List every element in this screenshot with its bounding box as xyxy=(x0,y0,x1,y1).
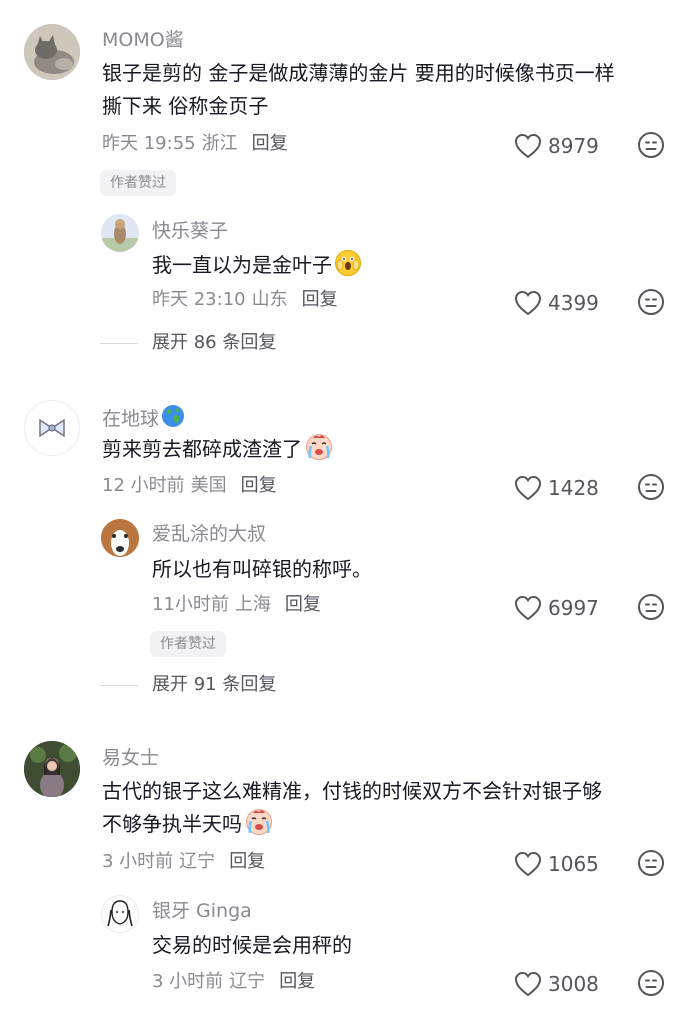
crying-face-icon xyxy=(244,808,274,846)
reply-meta: 昨天 23:10 山东 回复 xyxy=(152,288,338,312)
heart-icon xyxy=(514,290,542,316)
reply-content: 我一直以为是金叶子 xyxy=(152,249,362,287)
expand-replies-label: 展开 91 条回复 xyxy=(152,674,277,695)
avatar[interactable] xyxy=(24,400,80,456)
comment-time: 12 小时前 xyxy=(102,475,185,496)
comment-location: 浙江 xyxy=(201,133,238,154)
reply-button[interactable]: 回复 xyxy=(302,289,338,310)
reply-username[interactable]: 快乐葵子 xyxy=(152,219,228,243)
heart-icon xyxy=(514,851,542,877)
comment-username[interactable]: 在地球 xyxy=(102,404,185,434)
avatar[interactable] xyxy=(101,895,139,933)
reply-content: 所以也有叫碎银的称呼。 xyxy=(152,557,372,581)
like-button[interactable]: 8979 xyxy=(514,133,599,159)
bow-icon xyxy=(39,418,65,438)
reply-location: 辽宁 xyxy=(229,971,266,992)
globe-icon xyxy=(161,404,185,434)
reply-time: 3 小时前 xyxy=(152,971,224,992)
cat-avatar-image xyxy=(24,24,80,80)
comment-username[interactable]: MOMO酱 xyxy=(102,28,184,52)
reply-content: 交易的时候是会用秤的 xyxy=(152,933,352,957)
heart-icon xyxy=(514,133,542,159)
like-button[interactable]: 3008 xyxy=(514,971,599,997)
reply-button[interactable]: 回复 xyxy=(279,971,315,992)
comment-meta: 昨天 19:55 浙江 回复 xyxy=(102,132,288,156)
divider xyxy=(100,684,138,686)
reply-button[interactable]: 回复 xyxy=(252,133,288,154)
reply-location: 山东 xyxy=(251,289,288,310)
expand-replies-button[interactable]: 展开 91 条回复 xyxy=(100,673,276,697)
dislike-icon[interactable] xyxy=(637,969,665,997)
comment-location: 辽宁 xyxy=(179,851,216,872)
comment-time: 昨天 19:55 xyxy=(102,133,196,154)
reply-button[interactable]: 回复 xyxy=(241,475,277,496)
reply-time: 昨天 23:10 xyxy=(152,289,246,310)
dog-avatar-image xyxy=(101,519,139,557)
like-count: 6997 xyxy=(548,596,599,620)
reply-meta: 11小时前 上海 回复 xyxy=(152,593,321,617)
comment-content: 古代的银子这么难精准，付钱的时候双方不会针对银子够 不够争执半天吗 xyxy=(102,775,672,846)
reply-location: 上海 xyxy=(234,594,271,615)
like-button[interactable]: 4399 xyxy=(514,290,599,316)
comment-content: 银子是剪的 金子是做成薄薄的金片 要用的时候像书页一样 撕下来 俗称金页子 xyxy=(102,61,615,118)
avatar[interactable] xyxy=(24,24,80,80)
divider xyxy=(100,342,138,344)
like-count: 8979 xyxy=(548,134,599,158)
author-liked-badge: 作者赞过 xyxy=(100,170,176,196)
shocked-face-icon xyxy=(334,249,362,287)
like-button[interactable]: 1428 xyxy=(514,475,599,501)
like-count: 1065 xyxy=(548,852,599,876)
comment-content: 剪来剪去都碎成渣渣了 xyxy=(102,433,334,471)
heart-icon xyxy=(514,595,542,621)
like-button[interactable]: 1065 xyxy=(514,851,599,877)
expand-replies-button[interactable]: 展开 86 条回复 xyxy=(100,331,276,355)
dislike-icon[interactable] xyxy=(637,593,665,621)
comment-meta: 12 小时前 美国 回复 xyxy=(102,474,277,498)
heart-icon xyxy=(514,475,542,501)
like-button[interactable]: 6997 xyxy=(514,595,599,621)
reply-avatar-image xyxy=(101,214,139,252)
reply-button[interactable]: 回复 xyxy=(229,851,265,872)
like-count: 3008 xyxy=(548,972,599,996)
reply-time: 11小时前 xyxy=(152,594,229,615)
author-liked-badge: 作者赞过 xyxy=(150,631,226,657)
like-count: 4399 xyxy=(548,291,599,315)
dislike-icon[interactable] xyxy=(637,131,665,159)
avatar[interactable] xyxy=(101,519,139,557)
avatar[interactable] xyxy=(101,214,139,252)
dislike-icon[interactable] xyxy=(637,473,665,501)
crying-face-icon xyxy=(304,433,334,471)
heart-icon xyxy=(514,971,542,997)
dislike-icon[interactable] xyxy=(637,288,665,316)
comment-meta: 3 小时前 辽宁 回复 xyxy=(102,850,265,874)
sketch-avatar-image xyxy=(107,900,133,927)
comment-time: 3 小时前 xyxy=(102,851,174,872)
expand-replies-label: 展开 86 条回复 xyxy=(152,332,277,353)
person-avatar-image xyxy=(24,741,80,797)
avatar[interactable] xyxy=(24,741,80,797)
comment-location: 美国 xyxy=(190,475,227,496)
reply-button[interactable]: 回复 xyxy=(285,594,321,615)
like-count: 1428 xyxy=(548,476,599,500)
comment-username[interactable]: 易女士 xyxy=(102,746,159,770)
reply-meta: 3 小时前 辽宁 回复 xyxy=(152,970,315,994)
reply-username[interactable]: 爱乱涂的大叔 xyxy=(152,522,266,546)
dislike-icon[interactable] xyxy=(637,849,665,877)
reply-username[interactable]: 银牙 Ginga xyxy=(152,899,252,923)
